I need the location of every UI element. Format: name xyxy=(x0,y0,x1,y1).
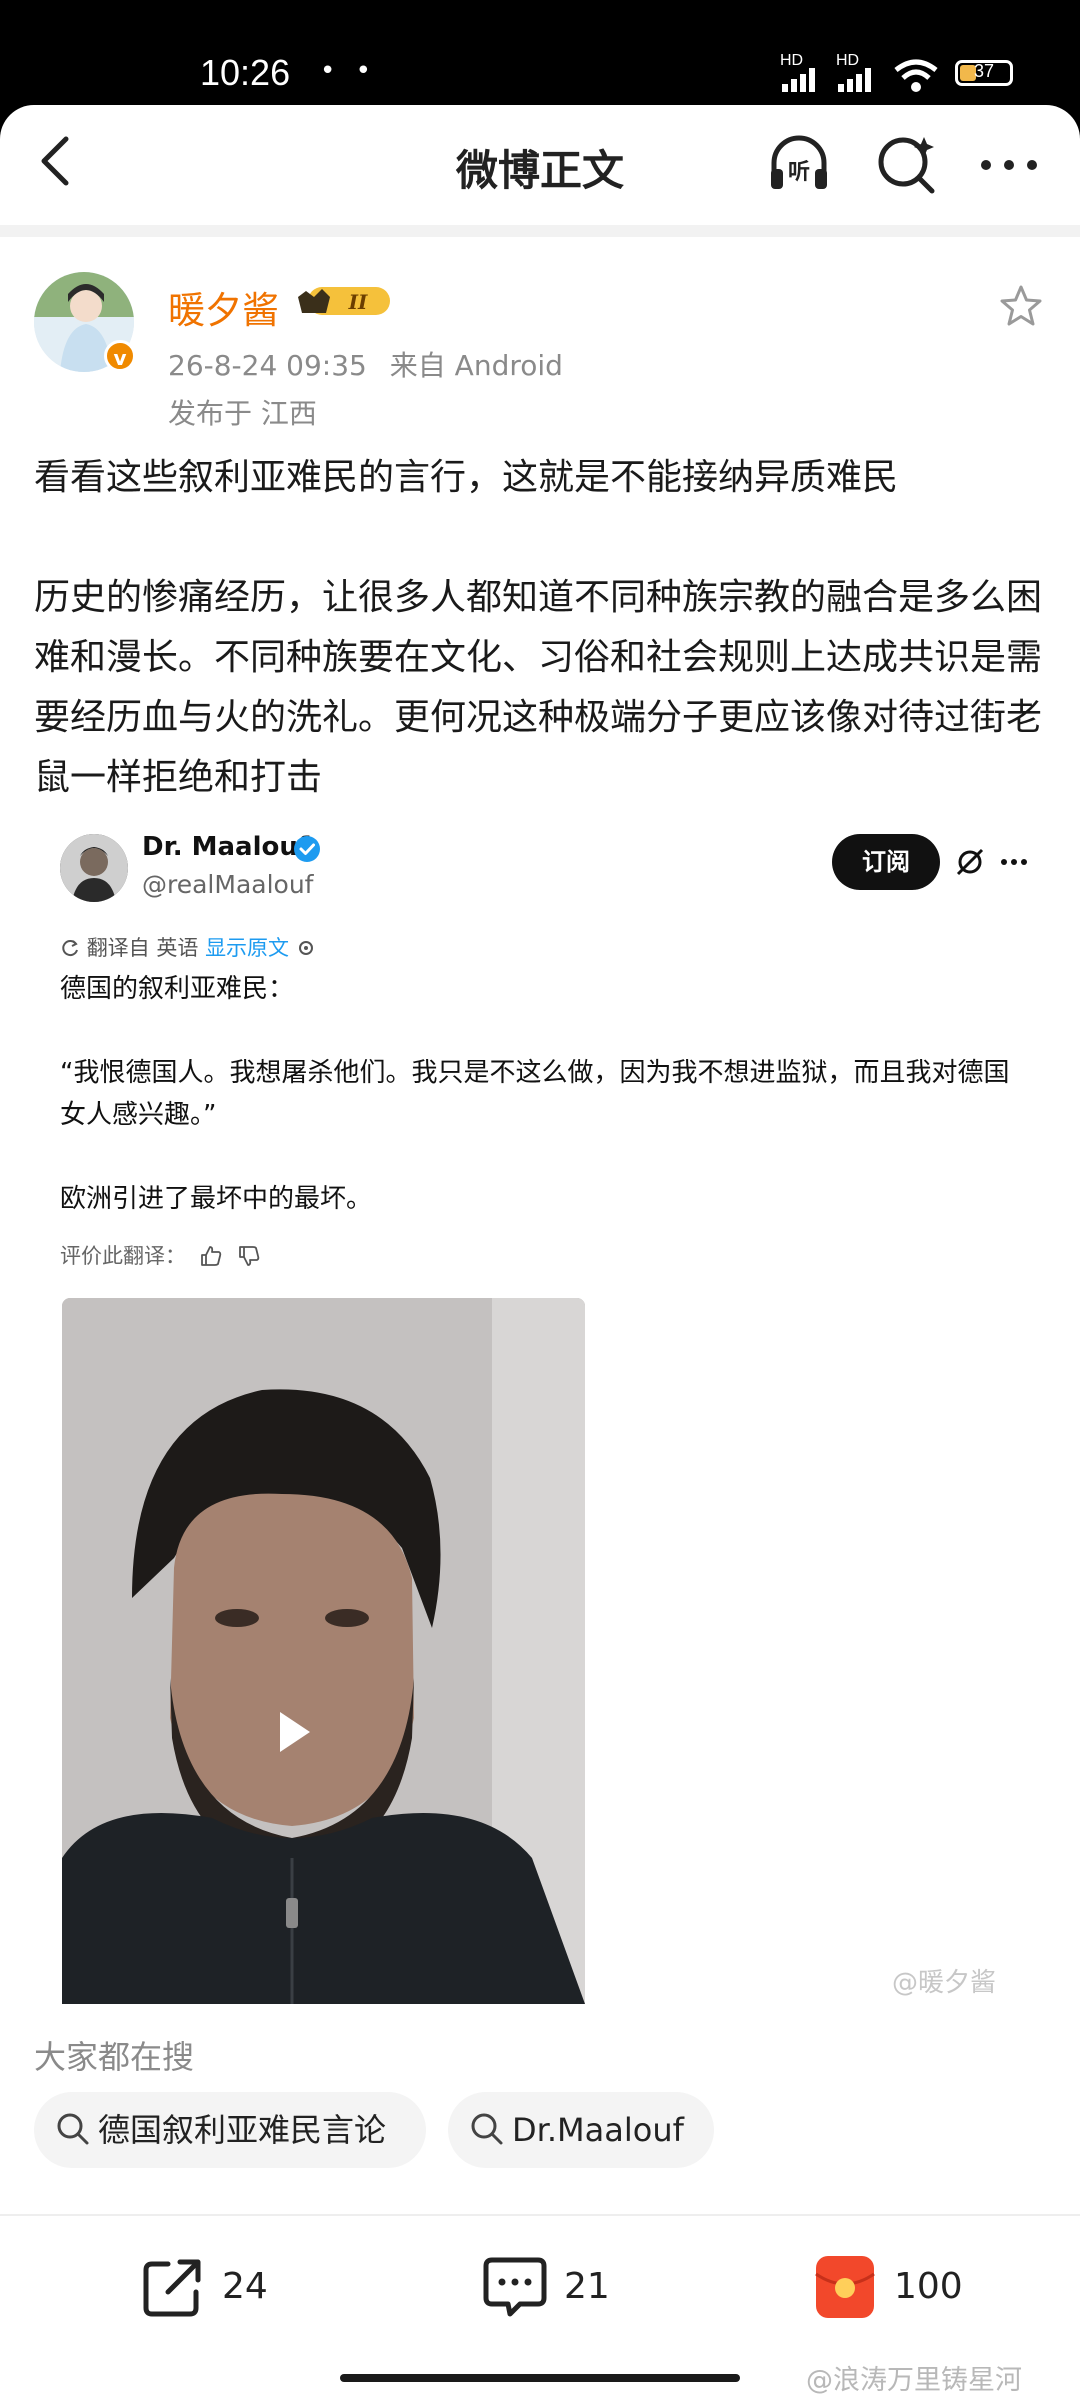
post-timestamp: 26-8-24 09:35 xyxy=(168,349,367,382)
video-watermark: @暖夕酱 xyxy=(892,1968,997,1998)
rate-translation-label: 评价此翻译： xyxy=(60,1244,186,1268)
tweet-line-1: 德国的叙利亚难民： xyxy=(60,974,295,1004)
battery-level: 37 xyxy=(974,61,995,81)
share-icon xyxy=(143,2259,201,2317)
search-chip-2[interactable]: Dr.Maalouf xyxy=(448,2092,714,2168)
subscribe-button: 订阅 xyxy=(832,834,940,890)
home-indicator[interactable] xyxy=(340,2374,740,2382)
tweet-line-2: “我恨德国人。我想屠杀他们。我只是不这么做，因为我不想进监狱，而且我对德国女人感… xyxy=(60,1058,1010,1130)
translated-from-label: 翻译自 英语 xyxy=(86,936,199,960)
like-button[interactable]: 100 xyxy=(810,2252,1010,2322)
tweet-text: 德国的叙利亚难民： “我恨德国人。我想屠杀他们。我只是不这么做，因为我不想进监狱… xyxy=(60,968,1020,1220)
search-icon xyxy=(57,2113,89,2145)
signal-bars-icon xyxy=(838,68,871,92)
verified-check-icon xyxy=(294,836,320,862)
listen-icon-label: 听 xyxy=(788,160,810,185)
post-paragraph-1: 看看这些叙利亚难民的言行，这就是不能接纳异质难民 xyxy=(34,457,899,498)
member-level-label: II xyxy=(348,290,368,314)
search-section-title: 大家都在搜 xyxy=(34,2038,195,2076)
battery-icon: 37 xyxy=(955,60,1013,86)
thumbs-down-icon xyxy=(239,1246,260,1266)
tweet-author-handle: @realMaalouf xyxy=(142,870,314,899)
search-icon xyxy=(471,2113,503,2145)
page-watermark: @浪涛万里铸星河 xyxy=(806,2365,1022,2396)
favorite-star-icon[interactable] xyxy=(998,283,1044,329)
repost-button[interactable]: 24 xyxy=(138,2252,318,2322)
member-level-badge[interactable]: II xyxy=(296,283,396,319)
rate-translation: 评价此翻译： xyxy=(60,1240,261,1270)
tweet-avatar xyxy=(60,834,128,902)
video-frame-image xyxy=(62,1298,585,2004)
post-source: 来自 Android xyxy=(389,349,563,382)
video-player[interactable] xyxy=(62,1298,585,2004)
status-time: 10:26 xyxy=(200,52,291,93)
headphones-listen-icon[interactable]: 听 xyxy=(766,131,832,197)
repost-count: 24 xyxy=(222,2266,268,2307)
tweet-line-3: 欧洲引进了最坏中的最坏。 xyxy=(60,1184,373,1214)
search-chip-label: 德国叙利亚难民言论 xyxy=(98,2111,387,2149)
status-dots: • • xyxy=(320,56,377,86)
grok-slash-icon xyxy=(956,848,984,876)
like-count: 100 xyxy=(894,2266,963,2307)
tweet-avatar-image xyxy=(60,834,128,902)
section-divider xyxy=(0,225,1080,237)
post-body: 看看这些叙利亚难民的言行，这就是不能接纳异质难民 历史的惨痛经历，让很多人都知道… xyxy=(34,448,1054,808)
bottom-bar-divider xyxy=(0,2214,1080,2216)
search-chip-label: Dr.Maalouf xyxy=(512,2111,684,2149)
wifi-icon xyxy=(894,59,938,92)
comment-icon xyxy=(483,2257,547,2317)
red-envelope-like-icon xyxy=(815,2256,875,2318)
show-original-link: 显示原文 xyxy=(205,936,290,960)
post-location: 发布于 江西 xyxy=(168,397,317,430)
signal-bars-icon xyxy=(782,68,815,92)
post-meta: 26-8-24 09:35 来自 Android xyxy=(168,344,563,384)
tweet-author-name: Dr. Maalouf xyxy=(142,832,310,862)
search-icon[interactable] xyxy=(874,131,940,197)
tweet-more-icon xyxy=(1001,859,1027,865)
post-username[interactable]: 暖夕酱 xyxy=(168,280,279,334)
verified-badge: v xyxy=(104,340,136,372)
comment-button[interactable]: 21 xyxy=(480,2252,660,2322)
comment-count: 21 xyxy=(564,2266,610,2307)
more-options-icon[interactable] xyxy=(976,131,1042,197)
post-paragraph-2: 历史的惨痛经历，让很多人都知道不同种族宗教的融合是多么困难和漫长。不同种族要在文… xyxy=(34,577,1043,798)
settings-gear-icon xyxy=(298,941,313,955)
thumbs-up-icon xyxy=(200,1246,221,1266)
translate-icon xyxy=(62,940,78,957)
search-chip-1[interactable]: 德国叙利亚难民言论 xyxy=(34,2092,426,2168)
nav-bar: 微博正文 听 xyxy=(0,105,1080,225)
translation-line: 翻译自 英语 显示原文 xyxy=(60,932,316,962)
play-icon[interactable] xyxy=(262,1702,322,1762)
